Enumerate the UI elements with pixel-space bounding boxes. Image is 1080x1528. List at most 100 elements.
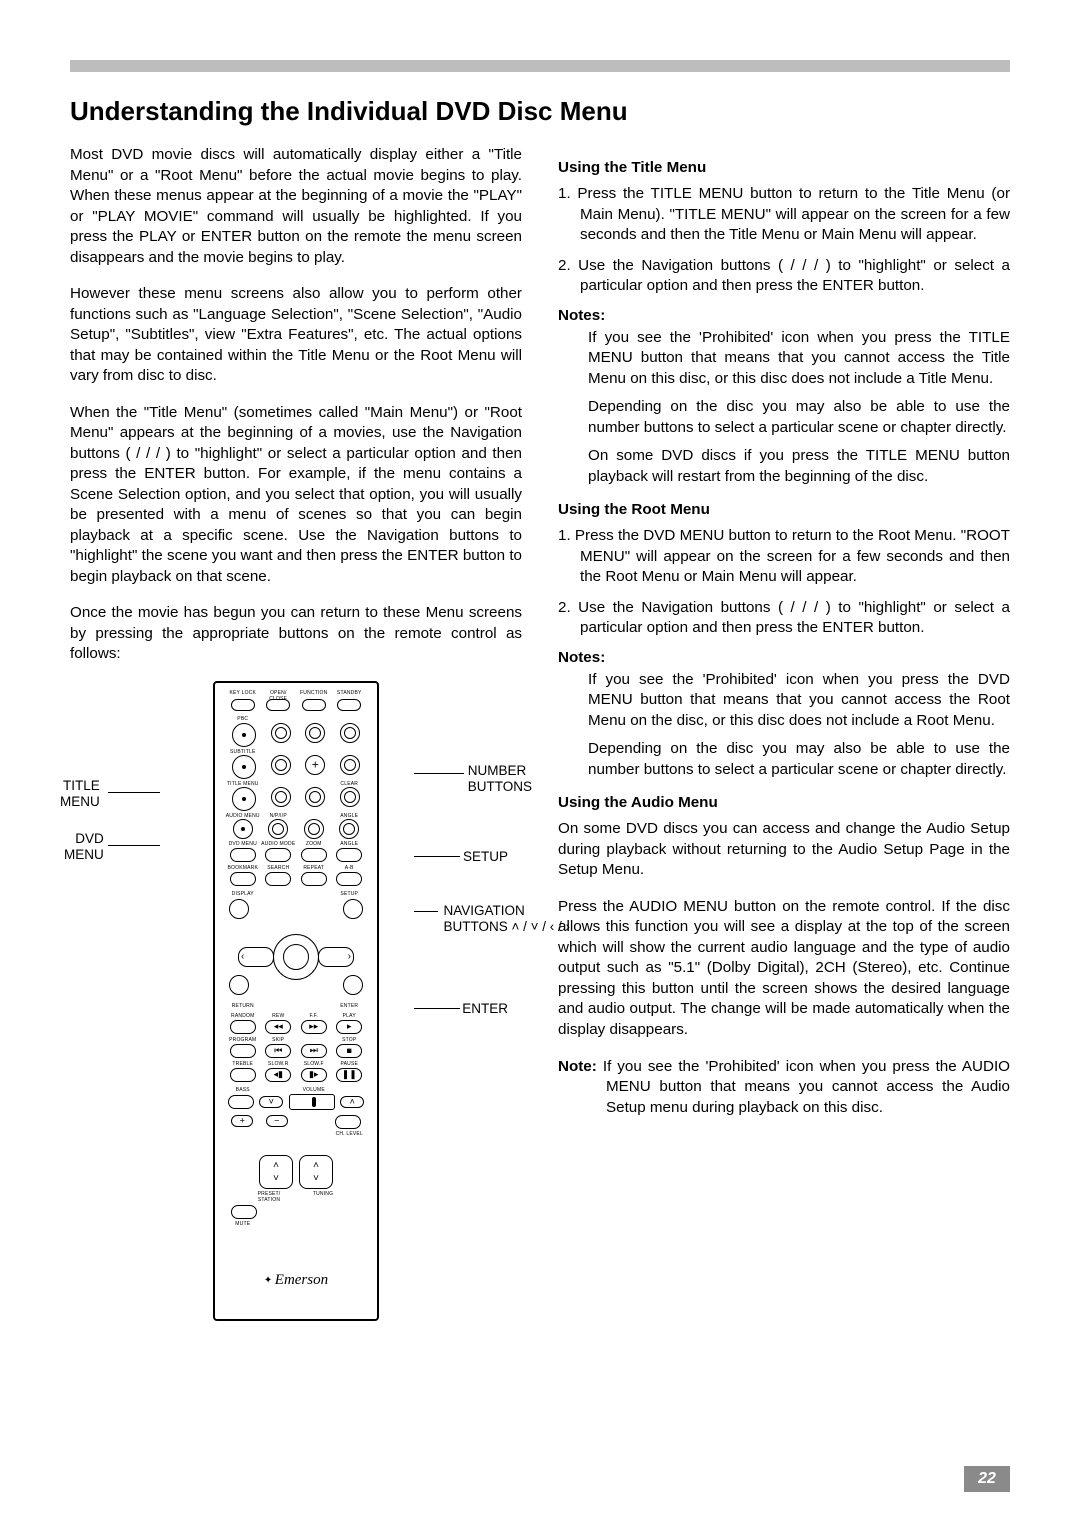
remote-label-r6: DVD MENUAUDIO MODEZOOMANGLE: [225, 841, 367, 847]
btn-dvd-menu: [230, 848, 256, 862]
btn-program: [230, 1044, 256, 1058]
btn-stop: [336, 1044, 362, 1058]
btn-random: [230, 1020, 256, 1034]
remote-row-1: [215, 699, 377, 711]
section-heading-title: Using the Title Menu: [558, 159, 1010, 176]
btn-function: [302, 699, 326, 711]
intro-para-1: Most DVD movie discs will automatically …: [70, 145, 522, 268]
root-step-2: 2. Use the Navigation buttons ( / / / ) …: [558, 598, 1010, 639]
section-heading-root: Using the Root Menu: [558, 501, 1010, 518]
remote-row-10: [215, 1068, 377, 1082]
remote-row-re: [215, 975, 377, 995]
remote-row-6: [215, 848, 377, 862]
ann-line-title: [108, 792, 160, 793]
dpad-left: ‹: [238, 947, 274, 967]
btn-minus: [266, 1115, 288, 1127]
remote-row-disp: [215, 899, 377, 919]
ann-line-nav: [414, 911, 438, 912]
section-heading-audio: Using the Audio Menu: [558, 794, 1010, 811]
manual-page: Understanding the Individual DVD Disc Me…: [0, 0, 1080, 1528]
btn-angle: [339, 819, 359, 839]
title-note-2: Depending on the disc you may also be ab…: [558, 397, 1010, 438]
remote-row-5: [215, 819, 377, 839]
btn-vol-up-a: [340, 1096, 364, 1108]
dpad-right: ›: [318, 947, 354, 967]
ann-dvd-menu: DVDMENU: [64, 831, 104, 863]
btn-num-2: [305, 723, 325, 743]
remote-label-r2: PBC: [225, 716, 367, 722]
btn-zoom: [304, 819, 324, 839]
intro-para-2: However these menu screens also allow yo…: [70, 284, 522, 387]
btn-display: [229, 899, 249, 919]
remote-label-r13: PRESET/ STATIONTUNING: [225, 1191, 367, 1203]
btn-ab: [336, 872, 362, 886]
remote-row-7: [215, 872, 377, 886]
root-step-1: 1. Press the DVD MENU button to return t…: [558, 526, 1010, 588]
remote-label-r10: TREBLESLOW.RSLOW.FPAUSE: [225, 1061, 367, 1067]
btn-npip: [268, 819, 288, 839]
btn-mute: [231, 1205, 257, 1219]
btn-num-7: [271, 787, 291, 807]
title-step-1: 1. Press the TITLE MENU button to return…: [558, 184, 1010, 246]
right-column: Using the Title Menu 1. Press the TITLE …: [558, 145, 1010, 1321]
btn-enter: [343, 975, 363, 995]
ann-setup: SETUP: [463, 849, 508, 865]
btn-bookmark: [230, 872, 256, 886]
ann-line-enter: [414, 1008, 460, 1009]
btn-ff: [301, 1020, 327, 1034]
ann-line-number: [414, 773, 464, 774]
btn-num-5: [305, 755, 325, 775]
title-note-1: If you see the 'Prohibited' icon when yo…: [558, 328, 1010, 390]
page-number: 22: [964, 1466, 1010, 1492]
btn-play: [336, 1020, 362, 1034]
intro-para-4: Once the movie has begun you can return …: [70, 603, 522, 665]
btn-zoom2: [301, 848, 327, 862]
remote-row-12: [215, 1115, 377, 1129]
btn-num-8: [305, 787, 325, 807]
content-columns: Most DVD movie discs will automatically …: [70, 145, 1010, 1321]
pad-preset: ˄˅: [259, 1155, 293, 1189]
btn-pause: [336, 1068, 362, 1082]
remote-diagram: TITLEMENU DVDMENU NUMBERBUTTONS SETUP NA…: [70, 681, 522, 1321]
btn-pbc: [232, 723, 256, 747]
btn-skip-f: [301, 1044, 327, 1058]
btn-num-4: [271, 755, 291, 775]
audio-para-2: Press the AUDIO MENU button on the remot…: [558, 897, 1010, 1041]
btn-standby: [337, 699, 361, 711]
dpad-ring: [273, 934, 319, 980]
btn-slowf: [301, 1068, 327, 1082]
root-note-1: If you see the 'Prohibited' icon when yo…: [558, 670, 1010, 732]
remote-label-r9: PROGRAMSKIPSTOP: [225, 1037, 367, 1043]
btn-num-6: [340, 755, 360, 775]
ann-line-dvd: [108, 845, 160, 846]
btn-audio-mode: [265, 848, 291, 862]
ann-title-menu: TITLEMENU: [60, 778, 100, 810]
ann-nav: NAVIGATIONBUTTONS ˄ / ˅ / ‹ / ›: [443, 903, 570, 935]
btn-skip-b: [265, 1044, 291, 1058]
btn-repeat: [301, 872, 327, 886]
vol-slider: [289, 1094, 335, 1110]
ann-enter: ENTER: [462, 1001, 508, 1017]
remote-row-4: [215, 787, 377, 811]
btn-slowr: [265, 1068, 291, 1082]
remote-label-r7: BOOKMARKSEARCHREPEATA-B: [225, 865, 367, 871]
notes-label-root: Notes:: [558, 649, 1010, 666]
remote-label-r14: MUTE: [225, 1221, 367, 1227]
btn-search: [265, 872, 291, 886]
remote-row-11: [215, 1094, 377, 1110]
btn-open-close: [266, 699, 290, 711]
root-note-2: Depending on the disc you may also be ab…: [558, 739, 1010, 780]
btn-num-1: [271, 723, 291, 743]
remote-outline: KEY LOCKOPEN/ CLOSEFUNCTIONSTANDBY PBC: [213, 681, 379, 1321]
btn-bass: [228, 1095, 254, 1109]
audio-para-1: On some DVD discs you can access and cha…: [558, 819, 1010, 881]
btn-ch-level: [335, 1115, 361, 1129]
remote-label-disp: DISPLAYSETUP: [225, 891, 367, 897]
pad-tuning: ˄˅: [299, 1155, 333, 1189]
btn-angle2: [336, 848, 362, 862]
remote-label-r12: CH. LEVEL: [225, 1131, 367, 1137]
left-column: Most DVD movie discs will automatically …: [70, 145, 522, 1321]
remote-row-mute: [215, 1205, 377, 1219]
remote-brand: Emerson: [215, 1272, 377, 1289]
ann-number-buttons: NUMBERBUTTONS: [468, 763, 532, 795]
